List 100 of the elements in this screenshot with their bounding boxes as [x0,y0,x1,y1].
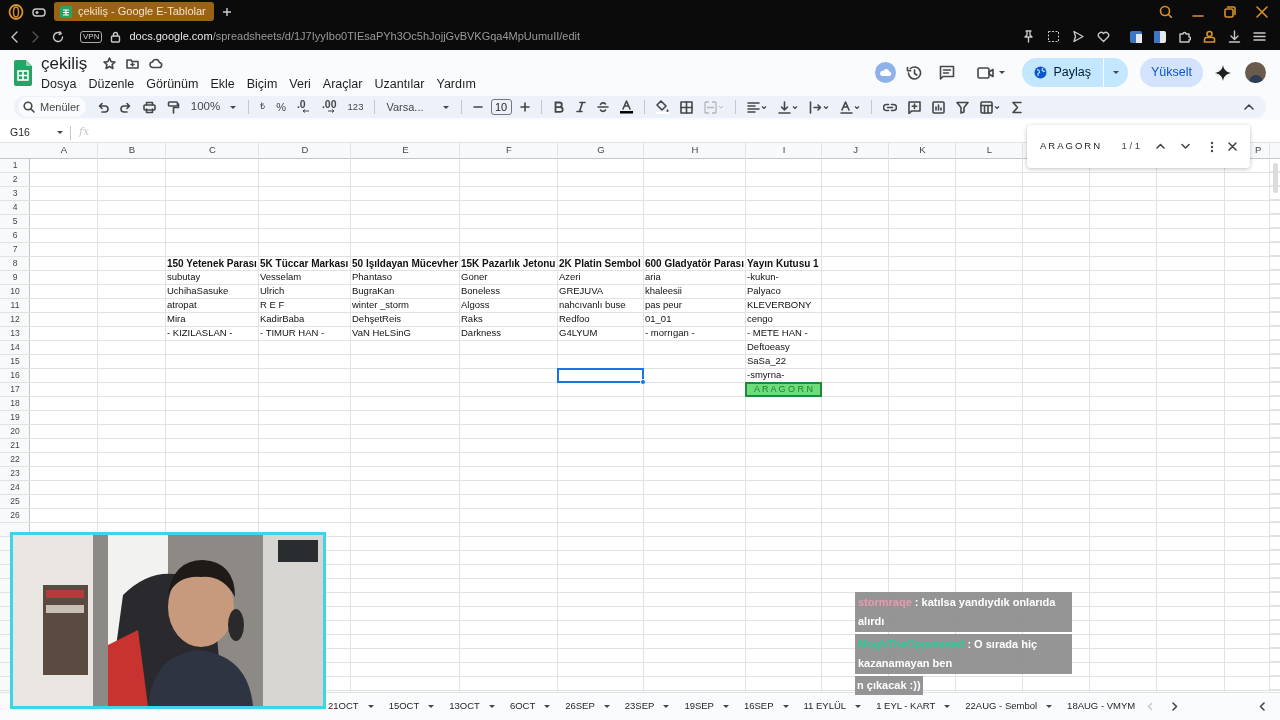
column-header[interactable]: F [506,143,512,158]
row-header[interactable]: 21 [10,439,20,452]
zoom-dropdown[interactable]: 100% [190,98,238,116]
row-header[interactable]: 15 [10,355,20,368]
sheet-tab[interactable]: 11 EYLÜL [803,699,863,714]
row-header[interactable]: 19 [10,411,20,424]
undo-icon[interactable] [96,101,109,113]
table-cell[interactable]: Yayın Kutusu 1 [745,256,821,271]
extensions-icon[interactable] [1178,30,1191,43]
translate-icon[interactable] [1154,30,1166,43]
table-cell[interactable]: 2K Platin Sembol [557,256,643,271]
vpn-badge[interactable]: VPN [80,30,103,43]
upgrade-button[interactable]: Yükselt [1140,58,1203,87]
row-header[interactable]: 20 [10,425,20,438]
align-left-icon[interactable] [746,100,767,114]
close-icon[interactable] [1256,5,1268,18]
column-header[interactable]: J [853,143,858,158]
table-cell[interactable]: Goner [459,270,490,285]
table-cell[interactable]: 01_01 [643,312,674,327]
table-cell[interactable]: khaleesii [643,284,684,299]
row-header[interactable]: 2 [12,173,18,186]
table-cell[interactable]: 5K Tüccar Markası [258,256,351,271]
menu-icon[interactable] [1253,30,1266,43]
previous-icon[interactable] [1156,143,1165,150]
table-cell[interactable]: atropat [165,298,199,313]
sheet-tab[interactable]: 21OCT [328,699,375,714]
name-box[interactable]: G16 [0,124,70,141]
text-color-icon[interactable] [619,100,633,114]
table-cell[interactable]: Mira [165,312,188,327]
menu-item[interactable]: Uzantılar [374,74,425,94]
table-cell[interactable]: 150 Yetenek Parası [165,256,259,271]
column-header[interactable]: I [782,143,786,158]
document-title[interactable]: çekiliş [41,53,88,74]
row-header[interactable]: 18 [10,397,20,410]
row-header[interactable]: 5 [12,215,18,228]
download-icon[interactable] [1228,30,1241,43]
table-cell[interactable]: BugraKan [350,284,397,299]
sparkle-icon[interactable] [1215,64,1231,81]
collapse-panel-icon[interactable] [1259,702,1266,711]
table-cell[interactable]: G4LYUM [557,326,600,341]
gamepad-icon[interactable] [32,5,46,18]
menu-item[interactable]: Görünüm [146,74,199,94]
search-icon[interactable] [1159,5,1172,18]
table-cell[interactable]: Redfoo [557,312,592,327]
back-icon[interactable] [10,30,19,43]
row-header[interactable]: 12 [10,313,20,326]
increase-decimals-button[interactable]: .00 [321,100,337,114]
text-wrap-icon[interactable] [808,100,829,114]
folder-icon[interactable] [126,57,140,71]
table-cell[interactable]: - morrıgan - [643,326,697,341]
column-header[interactable]: C [209,143,216,158]
menu-item[interactable]: Dosya [41,74,77,94]
text-rotation-icon[interactable] [839,100,860,114]
sheet-tab[interactable]: 18AUG - VMYM [1067,699,1136,714]
row-header[interactable]: 10 [10,285,20,298]
decrease-decimals-button[interactable]: .0 [296,100,311,114]
account-icon[interactable] [1203,30,1216,43]
font-size-field[interactable]: 10 [490,99,512,115]
table-cell[interactable]: subutay [165,270,203,285]
vertical-align-icon[interactable] [777,100,798,114]
row-header[interactable]: 3 [12,187,18,200]
row-header[interactable]: 8 [12,257,18,270]
paint-format-icon[interactable] [166,100,180,114]
plus-icon[interactable] [519,102,530,112]
table-cell[interactable]: Deftoeasy [745,340,792,355]
redo-icon[interactable] [119,101,132,113]
insert-comment-icon[interactable] [907,100,921,114]
table-cell[interactable]: 600 Gladyatör Parası [643,256,746,271]
row-header[interactable]: 11 [10,299,20,312]
row-header[interactable]: 9 [12,271,18,284]
sum-icon[interactable] [1010,100,1023,114]
table-cell[interactable]: Azeri [557,270,583,285]
scrollbar[interactable] [1273,163,1278,193]
menu-item[interactable]: Araçlar [322,74,363,94]
heart-icon[interactable] [1097,30,1110,43]
menu-item[interactable]: Veri [289,74,311,94]
history-icon[interactable] [906,64,923,81]
sheet-tab[interactable]: 6OCT [509,699,552,714]
table-cell[interactable]: winter _storm [350,298,411,313]
percent-button[interactable]: % [276,98,286,116]
table-cell[interactable]: Vesselam [258,270,304,285]
browser-tab[interactable]: çekiliş - Google E-Tablolar [54,2,214,21]
chart-icon[interactable] [931,100,945,114]
restore-icon[interactable] [1224,5,1236,18]
row-header[interactable]: 1 [12,159,18,172]
row-header[interactable]: 6 [12,229,18,242]
table-cell[interactable]: Raks [459,312,485,327]
table-cell[interactable]: cengo [745,312,775,327]
menu-item[interactable]: Yardım [436,74,476,94]
filter-icon[interactable] [955,100,969,114]
number-format-button[interactable]: 123 [347,99,364,115]
fill-handle[interactable] [640,379,646,385]
star-icon[interactable] [103,57,117,71]
table-cell[interactable]: - METE HAN - [745,326,810,341]
table-cell[interactable]: nahcıvanlı buse [557,298,628,313]
table-cell[interactable]: 15K Pazarlık Jetonu [459,256,558,271]
browser-logo-icon[interactable] [8,3,24,20]
table-cell[interactable]: aria [643,270,663,285]
translate-icon[interactable] [1130,30,1142,43]
forward-icon[interactable] [31,30,40,43]
